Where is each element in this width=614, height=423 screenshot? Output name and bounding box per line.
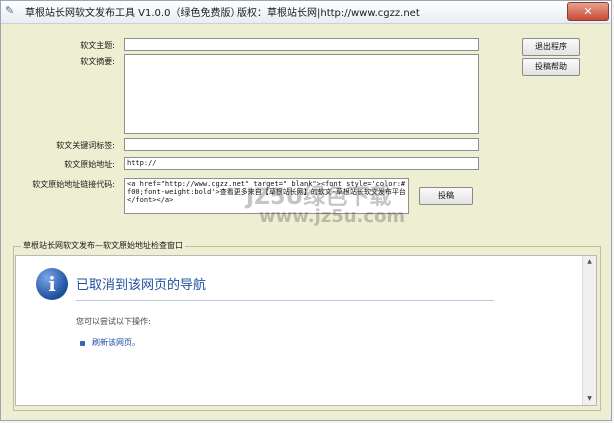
main-window: ✎ 草根站长网软文发布工具 V1.0.0（绿色免费版） 版权：草根站长网|htt… [0,0,612,421]
url-input[interactable]: http:// [124,157,479,170]
scroll-down-icon[interactable]: ▼ [583,393,596,405]
info-icon: i [36,268,68,300]
refresh-link[interactable]: 刷新该网页。 [92,337,140,348]
keywords-input[interactable] [124,138,479,151]
error-title: 已取消到该网页的导航 [76,278,207,293]
window-title: 草根站长网软文发布工具 V1.0.0（绿色免费版） [25,8,241,19]
link-code-label: 软文原始地址链接代码: [32,180,115,189]
scrollbar[interactable]: ▲ ▼ [582,256,596,405]
browser-panel[interactable]: i 已取消到该网页的导航 您可以尝试以下操作: 刷新该网页。 ▲ ▼ [15,255,597,406]
subject-label: 软文主题: [80,41,115,50]
watermark-line2: www.jz5u.com [259,206,406,227]
url-label: 软文原始地址: [64,160,115,169]
exit-button[interactable]: 退出程序 [522,38,580,56]
close-icon: ✕ [583,5,593,18]
submit-button[interactable]: 投稿 [419,187,473,205]
bullet-icon [80,341,85,346]
copyright-text: 版权：草根站长网|http://www.cgzz.net [237,8,420,19]
keywords-label: 软文关键词标签: [56,141,115,150]
close-button[interactable]: ✕ [567,2,609,21]
summary-label: 软文摘要: [80,57,115,66]
scroll-up-icon[interactable]: ▲ [583,256,596,268]
app-icon: ✎ [5,4,15,17]
subject-input[interactable] [124,38,479,51]
help-button[interactable]: 投稿帮助 [522,58,580,76]
summary-textarea[interactable] [124,54,479,134]
title-bar: ✎ 草根站长网软文发布工具 V1.0.0（绿色免费版） 版权：草根站长网|htt… [1,1,611,24]
divider [76,300,494,301]
hint-text: 您可以尝试以下操作: [76,317,151,326]
group-label: 草根站长网软文发布—软文原始地址检查窗口 [21,240,185,251]
